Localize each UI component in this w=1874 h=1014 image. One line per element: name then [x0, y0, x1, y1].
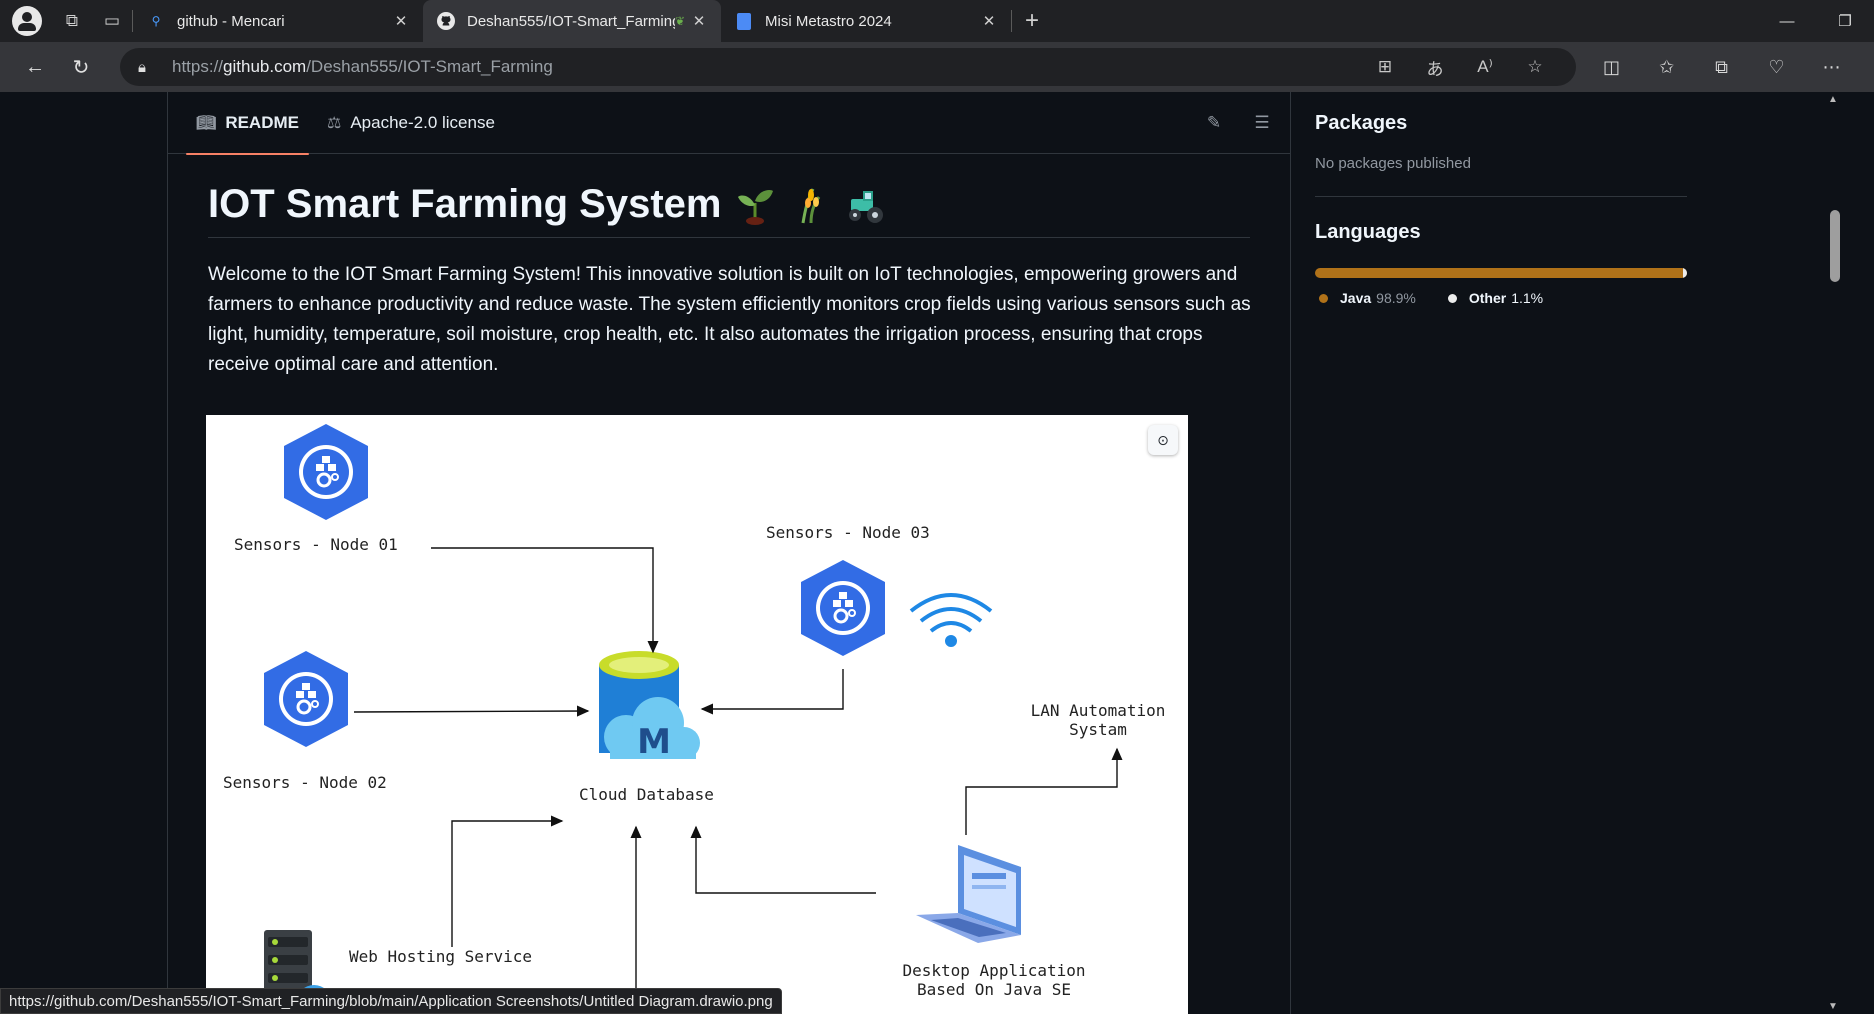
seedling-emoji-icon [738, 189, 774, 225]
app-available-icon[interactable]: ⊞ [1362, 55, 1408, 80]
docs-icon [735, 12, 753, 30]
more-menu-icon[interactable]: ⋯ [1804, 42, 1859, 92]
language-bar [1315, 268, 1687, 278]
tab-title: github - Mencari [177, 12, 285, 30]
label-sensor-node-02: Sensors - Node 02 [223, 773, 387, 792]
tab-readme[interactable]: 📖︎ README [186, 92, 309, 155]
language-name: Java [1340, 290, 1372, 306]
label-sensor-node-01: Sensors - Node 01 [234, 535, 398, 554]
label-web-hosting: Web Hosting Service [349, 947, 533, 966]
visual-search-icon[interactable]: ⊙ [1148, 425, 1178, 455]
browser-toolbar: ← ↻ 🔒︎ https://github.com/Deshan555/IOT-… [0, 42, 1874, 92]
packages-empty-text: No packages published [1315, 155, 1471, 172]
page-scrollbar[interactable]: ▲ ▼ [1822, 92, 1848, 1014]
edit-pencil-icon[interactable]: ✎ [1200, 113, 1228, 133]
browser-tab-github[interactable]: Deshan555/IOT-Smart_Farming: ❦ ✕ [423, 0, 721, 42]
label-desktop-line2: Based On Java SE [916, 980, 1072, 999]
other-dot-icon [1447, 293, 1457, 303]
law-icon: ⚖ [326, 114, 342, 132]
label-lan-line1: LAN Automation [1030, 701, 1166, 720]
architecture-diagram-image[interactable]: M Sensors - Node 01 Sensors - Node 02 Se… [206, 415, 1188, 1014]
status-link-preview: https://github.com/Deshan555/IOT-Smart_F… [0, 988, 782, 1014]
profile-avatar-icon[interactable] [12, 6, 42, 36]
search-icon: ⚲ [151, 14, 161, 28]
tab-license[interactable]: ⚖ Apache-2.0 license [317, 92, 505, 154]
language-item-java[interactable]: Java 98.9% [1315, 290, 1416, 306]
laptop-icon [916, 845, 1021, 943]
languages-section: Languages Java 98.9% Other 1.1% [1315, 197, 1687, 306]
window-controls: — ❐ [1758, 0, 1874, 42]
restore-icon[interactable]: ❐ [1816, 0, 1874, 42]
tractor-emoji-icon [849, 190, 884, 223]
label-sensor-node-03: Sensors - Node 03 [766, 523, 930, 542]
page-content: 📖︎ README ⚖ Apache-2.0 license ✎ ☰ IOT S… [5, 92, 1848, 1014]
scroll-down-icon[interactable]: ▼ [1828, 1001, 1838, 1012]
browser-tab-bar: ⧉ ▭ ⚲ github - Mencari ✕ Deshan555/IOT-S… [0, 0, 1874, 42]
workspaces-icon[interactable]: ⧉ [52, 0, 92, 42]
sensor-node-02-icon [262, 649, 350, 749]
browser-tab-search[interactable]: ⚲ github - Mencari ✕ [133, 0, 423, 42]
outline-list-icon[interactable]: ☰ [1248, 113, 1276, 133]
collections-icon[interactable]: ⧉ [1694, 42, 1749, 92]
language-percent: 1.1% [1511, 290, 1544, 306]
tab-title: Misi Metastro 2024 [765, 12, 892, 30]
rice-plant-emoji-icon [802, 187, 821, 223]
java-dot-icon [1319, 293, 1328, 303]
new-tab-icon[interactable]: + [1012, 0, 1052, 42]
language-percent: 98.9% [1376, 290, 1416, 306]
browser-tab-docs[interactable]: Misi Metastro 2024 ✕ [721, 0, 1011, 42]
languages-heading: Languages [1315, 221, 1421, 243]
label-lan-automation: LAN Automation Systam [1023, 701, 1173, 739]
sprout-icon: ❦ [674, 14, 685, 28]
sensor-node-01-icon [282, 422, 370, 522]
scroll-up-icon[interactable]: ▲ [1828, 94, 1838, 105]
readme-description: Welcome to the IOT Smart Farming System!… [208, 264, 1251, 375]
svg-text:M: M [637, 722, 671, 762]
refresh-icon[interactable]: ↻ [58, 42, 104, 92]
language-item-other[interactable]: Other 1.1% [1444, 290, 1543, 306]
close-icon[interactable]: ✕ [979, 12, 999, 30]
favorite-star-icon[interactable]: ☆ [1512, 55, 1558, 80]
url-text: https://github.com/Deshan555/IOT-Smart_F… [172, 57, 553, 76]
tab-title: Deshan555/IOT-Smart_Farming: [467, 12, 675, 30]
readme-title: IOT Smart Farming System [208, 182, 1250, 238]
repo-sidebar: Packages No packages published Languages… [1315, 92, 1687, 306]
readme-title-text: IOT Smart Farming System [208, 182, 722, 226]
minimize-icon[interactable]: — [1758, 0, 1816, 42]
scroll-thumb[interactable] [1830, 210, 1840, 282]
label-desktop-line1: Desktop Application [902, 961, 1086, 980]
favorites-icon[interactable]: ✩ [1639, 42, 1694, 92]
tab-readme-label: README [225, 112, 299, 132]
split-screen-icon[interactable]: ◫ [1584, 42, 1639, 92]
address-bar[interactable]: 🔒︎ https://github.com/Deshan555/IOT-Smar… [120, 48, 1576, 86]
sensor-node-03-icon [799, 558, 887, 658]
language-bar-other [1682, 268, 1687, 278]
packages-heading[interactable]: Packages [1315, 112, 1687, 135]
cloud-database-icon: M [599, 651, 700, 762]
language-name: Other [1468, 290, 1507, 306]
label-lan-line2: Systam [1069, 720, 1127, 739]
language-list: Java 98.9% Other 1.1% [1315, 290, 1687, 306]
translate-icon[interactable]: あ [1412, 55, 1458, 80]
github-icon [437, 12, 455, 30]
readme-header: 📖︎ README ⚖ Apache-2.0 license ✎ ☰ [168, 92, 1290, 155]
book-icon: 📖︎ [196, 114, 217, 132]
lock-icon[interactable]: 🔒︎ [138, 59, 162, 76]
label-cloud-database: Cloud Database [579, 785, 714, 804]
wifi-icon [909, 593, 993, 647]
browser-essentials-icon[interactable]: ♡ [1749, 42, 1804, 92]
tab-license-label: Apache-2.0 license [350, 112, 495, 132]
close-icon[interactable]: ✕ [689, 12, 709, 30]
close-icon[interactable]: ✕ [391, 12, 411, 30]
tab-actions-icon[interactable]: ▭ [92, 0, 132, 42]
label-desktop-app: Desktop Application Based On Java SE [889, 961, 1099, 999]
read-aloud-icon[interactable]: A⁾ [1462, 55, 1508, 80]
packages-section: Packages No packages published [1315, 92, 1687, 197]
back-icon[interactable]: ← [12, 42, 58, 92]
